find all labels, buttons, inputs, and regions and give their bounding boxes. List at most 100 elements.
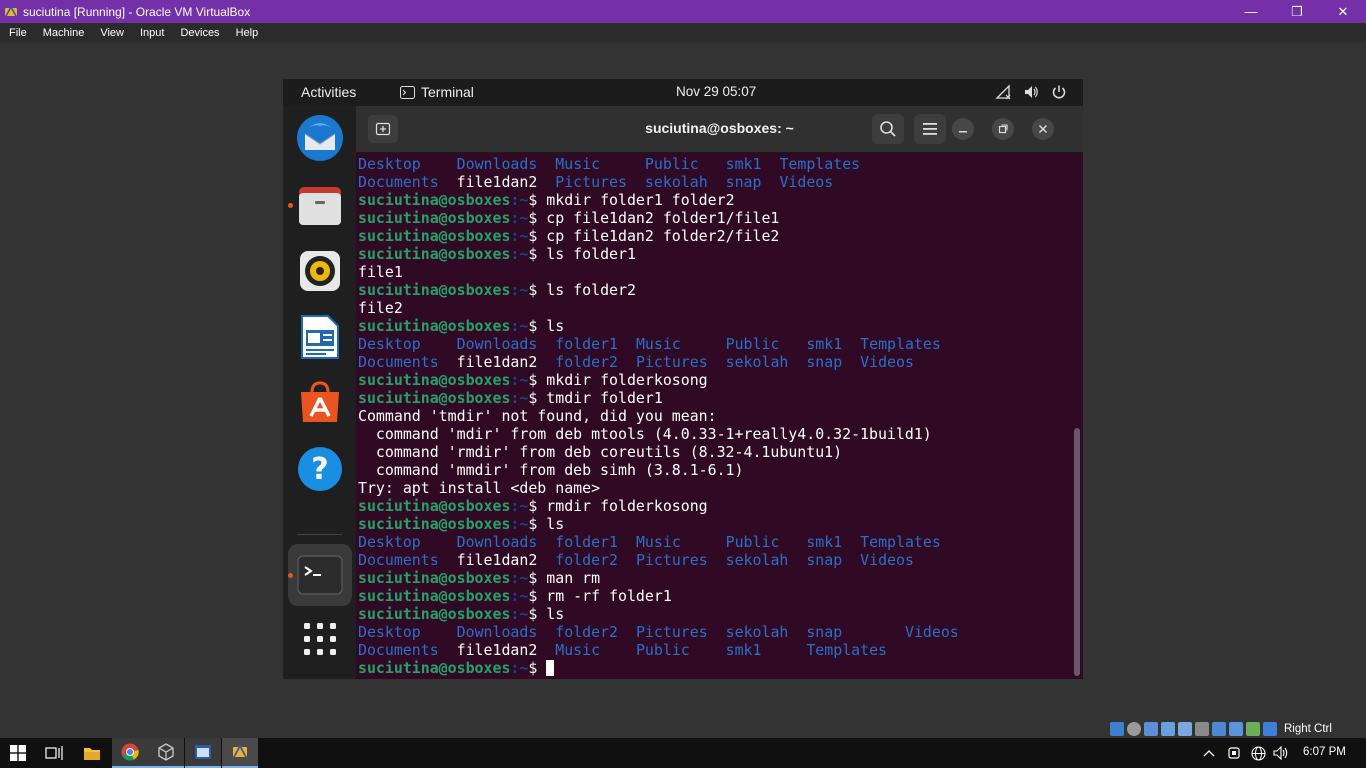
directory-entry: Templates	[806, 641, 888, 659]
show-hidden-icons-button[interactable]	[1201, 745, 1217, 761]
command-line: suciutina@osboxes:~$ cp file1dan2 folder…	[358, 209, 959, 227]
taskbar-file-explorer[interactable]	[74, 738, 110, 768]
activities-button[interactable]: Activities	[301, 84, 356, 100]
dock-writer[interactable]	[293, 310, 347, 364]
minimize-button[interactable]: —	[1228, 0, 1274, 23]
search-button[interactable]	[872, 114, 904, 144]
display-status-icon[interactable]	[1212, 721, 1226, 736]
column-gap	[708, 551, 726, 569]
column-gap	[439, 641, 457, 659]
prompt-path: :~	[510, 389, 529, 407]
mouse-integration-icon[interactable]	[1263, 721, 1277, 736]
directory-entry: Videos	[860, 551, 914, 569]
tray-device-button[interactable]	[1226, 745, 1242, 761]
task-view-button[interactable]	[36, 738, 72, 768]
gnome-clock[interactable]: Nov 29 05:07	[676, 84, 756, 99]
prompt-dollar: $	[528, 245, 547, 263]
terminal-close-button[interactable]	[1032, 118, 1054, 140]
terminal-maximize-button[interactable]	[992, 118, 1014, 140]
guest-screen[interactable]: Activities Terminal Nov 29 05:07 ? suciu…	[283, 79, 1083, 679]
column-gap	[618, 623, 636, 641]
host-key-label: Right Ctrl	[1284, 722, 1332, 735]
command-line: suciutina@osboxes:~$ mkdir folder1 folde…	[358, 191, 959, 209]
command-line: suciutina@osboxes:~$ tmdir folder1	[358, 389, 959, 407]
directory-entry: Music	[635, 335, 681, 353]
menu-help[interactable]: Help	[227, 27, 266, 39]
menu-input[interactable]: Input	[131, 27, 171, 39]
dock-files[interactable]	[293, 178, 347, 232]
column-gap	[430, 335, 457, 353]
usb-status-icon[interactable]	[1178, 721, 1192, 736]
shared-folders-status-icon[interactable]	[1195, 721, 1209, 736]
taskbar-clock[interactable]: 6:07 PM	[1303, 746, 1346, 758]
directory-entry: Public	[644, 155, 699, 173]
column-gap	[439, 353, 457, 371]
terminal-icon	[297, 555, 343, 595]
command-line: suciutina@osboxes:~$ ls folder2	[358, 281, 959, 299]
app-grid-icon	[304, 623, 336, 655]
dock-terminal[interactable]	[288, 544, 352, 606]
taskbar-chrome[interactable]	[112, 738, 148, 768]
command-text: ls folder2	[546, 281, 636, 299]
dock-software[interactable]	[293, 376, 347, 430]
file-entry: file1dan2	[456, 173, 538, 191]
taskbar-virtualbox-manager[interactable]	[148, 738, 184, 768]
dock-show-apps[interactable]	[293, 612, 347, 666]
audio-status-icon[interactable]	[1144, 721, 1158, 736]
output-text: command 'mdir' from deb mtools (4.0.33-1…	[358, 425, 932, 443]
app-menu-terminal[interactable]: Terminal	[400, 84, 474, 100]
system-tray[interactable]	[995, 84, 1067, 100]
menu-file[interactable]: File	[0, 27, 34, 39]
directory-entry: Documents	[358, 173, 439, 191]
prompt-user-host: suciutina@osboxes	[358, 515, 511, 533]
tray-network-button[interactable]	[1250, 745, 1266, 761]
terminal-cursor[interactable]	[546, 660, 555, 676]
terminal-scrollbar[interactable]	[1074, 428, 1080, 676]
network-icon[interactable]	[995, 84, 1011, 100]
new-tab-button[interactable]	[368, 115, 398, 143]
hard-disk-status-icon[interactable]	[1110, 721, 1124, 736]
dock-separator	[297, 534, 342, 535]
start-button[interactable]	[0, 738, 36, 768]
directory-entry: Videos	[779, 173, 834, 191]
close-button[interactable]: ✕	[1320, 0, 1366, 23]
terminal-output-area[interactable]: Desktop Downloads Music Public smk1 Temp…	[356, 153, 1083, 679]
menu-view[interactable]: View	[91, 27, 131, 39]
taskbar-window[interactable]	[185, 738, 221, 768]
taskbar-vm-window[interactable]	[222, 738, 258, 768]
column-gap	[537, 353, 555, 371]
command-text: mkdir folder1 folder2	[546, 191, 735, 209]
tray-volume-button[interactable]	[1273, 745, 1289, 761]
prompt-dollar: $	[528, 317, 547, 335]
dock-rhythmbox[interactable]	[293, 244, 347, 298]
menu-devices[interactable]: Devices	[171, 27, 226, 39]
power-icon[interactable]	[1051, 84, 1067, 100]
prompt-user-host: suciutina@osboxes	[358, 497, 511, 515]
gnome-top-bar: Activities Terminal Nov 29 05:07	[283, 79, 1083, 106]
column-gap	[779, 533, 806, 551]
menu-machine[interactable]: Machine	[34, 27, 92, 39]
directory-entry: Public	[725, 533, 780, 551]
directory-entry: sekolah	[644, 173, 708, 191]
dock-thunderbird[interactable]	[293, 111, 347, 165]
network-status-icon[interactable]	[1161, 721, 1175, 736]
file-entry: file1dan2	[456, 551, 538, 569]
recording-status-icon[interactable]	[1229, 721, 1243, 736]
prompt-user-host: suciutina@osboxes	[358, 659, 511, 677]
column-gap	[537, 551, 555, 569]
minimize-icon	[959, 131, 967, 133]
ls-output-line: Documents file1dan2 folder2 Pictures sek…	[358, 353, 959, 371]
restore-button[interactable]: ❐	[1274, 0, 1320, 23]
column-gap	[842, 533, 860, 551]
hamburger-menu-button[interactable]	[914, 114, 946, 144]
dock-help[interactable]: ?	[293, 442, 347, 496]
directory-entry: snap	[806, 551, 843, 569]
window-app-icon	[195, 745, 211, 759]
cpu-status-icon[interactable]	[1246, 721, 1260, 736]
optical-drive-status-icon[interactable]	[1127, 721, 1141, 736]
directory-entry: Templates	[860, 335, 941, 353]
terminal-minimize-button[interactable]	[952, 118, 974, 140]
volume-icon[interactable]	[1023, 84, 1039, 100]
prompt-path: :~	[510, 371, 529, 389]
output-text: Try: apt install <deb name>	[358, 479, 601, 497]
